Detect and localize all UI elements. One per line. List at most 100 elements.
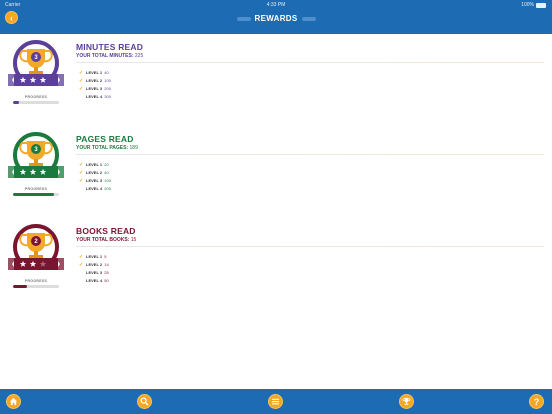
section-divider: [76, 154, 544, 155]
section-total: YOUR TOTAL BOOKS: 15: [76, 237, 546, 243]
section-divider: [76, 246, 544, 247]
level-label: LEVEL 2: [86, 78, 103, 83]
level-item: LEVEL 3 25: [76, 269, 546, 277]
page-title: REWARDS: [254, 14, 298, 23]
level-item: ✓ LEVEL 2 40: [76, 169, 546, 177]
level-item: LEVEL 4 200: [76, 185, 546, 193]
reward-section: 3 PROGRESS MINUTES READ YOUR TOTAL MINUT…: [0, 36, 552, 126]
trophy-badge: 2 PROGRESS: [6, 220, 66, 296]
section-total: YOUR TOTAL PAGES: 189: [76, 145, 546, 151]
section-title: PAGES READ: [76, 134, 134, 144]
level-item: ✓ LEVEL 1 5: [76, 253, 546, 261]
checkmark-icon: ✓: [79, 162, 84, 168]
checkmark-icon: ✓: [79, 78, 84, 84]
section-title: MINUTES READ: [76, 42, 144, 52]
trophy-badge-icon: 2: [8, 224, 64, 270]
header-bar: Carrier 4:33 PM 100% ‹ REWARDS: [0, 0, 552, 34]
level-item: LEVEL 4 300: [76, 93, 546, 101]
section-total: YOUR TOTAL MINUTES: 225: [76, 53, 546, 59]
level-label: LEVEL 2: [86, 170, 103, 175]
checkmark-icon: ✓: [79, 262, 84, 268]
checkmark-icon: ✓: [79, 70, 84, 76]
battery-indicator: 100%: [521, 2, 546, 8]
level-label: LEVEL 3: [86, 270, 103, 275]
level-label: LEVEL 4: [86, 278, 103, 283]
level-label: LEVEL 1: [86, 254, 103, 259]
trophy-badge-icon: 3: [8, 132, 64, 178]
home-icon: [9, 397, 18, 406]
level-value: 100: [104, 78, 111, 83]
level-label: LEVEL 3: [86, 178, 103, 183]
level-item: LEVEL 4 50: [76, 277, 546, 285]
level-label: LEVEL 1: [86, 162, 103, 167]
search-icon: [140, 397, 149, 406]
level-value: 100: [104, 178, 111, 183]
level-label: LEVEL 1: [86, 70, 103, 75]
level-value: 20: [104, 162, 109, 167]
level-label: LEVEL 4: [86, 94, 103, 99]
bottom-nav: ?: [0, 389, 552, 414]
level-list: ✓ LEVEL 1 5 ✓ LEVEL 2 14 LEVEL 3 25 LEVE…: [76, 253, 546, 285]
page-title-wrap: REWARDS: [0, 14, 552, 23]
progress-label: PROGRESS: [24, 187, 48, 191]
level-value: 25: [104, 270, 109, 275]
progress-bar: [13, 193, 59, 196]
home-button[interactable]: [6, 394, 21, 409]
checkmark-icon: ✓: [79, 178, 84, 184]
progress-bar: [13, 101, 59, 104]
search-button[interactable]: [137, 394, 152, 409]
level-item: ✓ LEVEL 2 14: [76, 261, 546, 269]
title-ornament-right: [301, 16, 316, 21]
level-item: ✓ LEVEL 1 40: [76, 69, 546, 77]
level-value: 300: [104, 94, 111, 99]
battery-percent: 100%: [521, 2, 534, 8]
progress-label: PROGRESS: [24, 279, 48, 283]
help-icon: ?: [533, 396, 540, 407]
total-value: 189: [129, 145, 138, 151]
level-value: 200: [104, 186, 111, 191]
level-value: 40: [104, 170, 109, 175]
status-bar: Carrier 4:33 PM 100%: [0, 0, 552, 9]
level-list: ✓ LEVEL 1 20 ✓ LEVEL 2 40 ✓ LEVEL 3 100: [76, 161, 546, 193]
trophy-badge: 3 PROGRESS: [6, 36, 66, 112]
level-value: 40: [104, 70, 109, 75]
level-item: ✓ LEVEL 2 100: [76, 77, 546, 85]
trophy-icon: [402, 397, 411, 405]
rewards-button[interactable]: [399, 394, 414, 409]
title-ornament-left: [236, 16, 251, 21]
level-label: LEVEL 3: [86, 86, 103, 91]
section-info: PAGES READ YOUR TOTAL PAGES: 189 ✓ LEVEL…: [76, 134, 546, 193]
level-item: ✓ LEVEL 3 100: [76, 177, 546, 185]
level-value: 50: [104, 278, 109, 283]
total-label: YOUR TOTAL MINUTES:: [76, 53, 134, 59]
status-time: 4:33 PM: [266, 2, 286, 8]
list-button[interactable]: [268, 394, 283, 409]
total-label: YOUR TOTAL PAGES:: [76, 145, 129, 151]
reward-section: 2 PROGRESS BOOKS READ YOUR TOTAL BOOKS: …: [0, 220, 552, 310]
section-info: MINUTES READ YOUR TOTAL MINUTES: 225 ✓ L…: [76, 42, 546, 101]
progress-bar: [13, 285, 59, 288]
help-button[interactable]: ?: [529, 394, 544, 409]
progress-fill: [13, 285, 27, 288]
progress-label: PROGRESS: [24, 95, 48, 99]
checkmark-icon: ✓: [79, 170, 84, 176]
level-value: 5: [104, 254, 107, 259]
level-value: 200: [104, 86, 111, 91]
level-label: LEVEL 4: [86, 186, 103, 191]
section-title: BOOKS READ: [76, 226, 136, 236]
level-list: ✓ LEVEL 1 40 ✓ LEVEL 2 100 ✓ LEVEL 3 200: [76, 69, 546, 101]
trophy-badge: 3 PROGRESS: [6, 128, 66, 204]
trophy-badge-icon: 3: [8, 40, 64, 86]
checkmark-icon: ✓: [79, 86, 84, 92]
section-info: BOOKS READ YOUR TOTAL BOOKS: 15 ✓ LEVEL …: [76, 226, 546, 285]
reward-section: 3 PROGRESS PAGES READ YOUR TOTAL PAGES: …: [0, 128, 552, 218]
total-label: YOUR TOTAL BOOKS:: [76, 237, 130, 243]
total-value: 225: [134, 53, 144, 59]
battery-icon: [536, 2, 546, 8]
checkmark-icon: ✓: [79, 254, 84, 260]
level-item: ✓ LEVEL 1 20: [76, 161, 546, 169]
level-value: 14: [104, 262, 109, 267]
level-label: LEVEL 2: [86, 262, 103, 267]
progress-fill: [13, 193, 55, 196]
list-icon: [271, 398, 280, 405]
